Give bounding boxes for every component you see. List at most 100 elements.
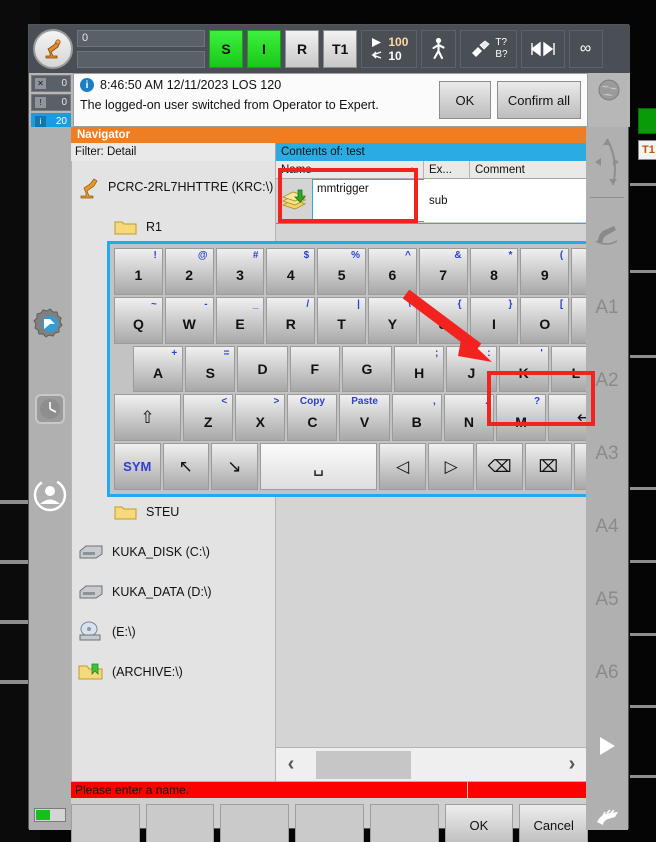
key-m[interactable]: ? M — [495, 394, 547, 442]
filter-label[interactable]: Filter: Detail — [71, 143, 276, 161]
tree-item-steu[interactable]: STEU — [72, 492, 275, 532]
key-f[interactable]: F — [289, 345, 340, 393]
key-u[interactable]: {U — [418, 296, 468, 344]
key-sym[interactable]: SYM — [114, 443, 161, 490]
key-8[interactable]: * 8 — [469, 248, 519, 295]
override-icons — [370, 37, 383, 61]
tree-item-kuka-data[interactable]: KUKA_DATA (D:\) — [72, 572, 275, 612]
key-n[interactable]: .N — [443, 394, 494, 442]
axis-label-a1[interactable]: A1 — [586, 271, 628, 344]
key-arrow-left[interactable]: ◁ — [379, 443, 426, 490]
user-group-icon[interactable] — [32, 477, 68, 518]
key-5[interactable]: % 5 — [317, 248, 366, 295]
play-icon[interactable] — [586, 709, 628, 782]
key-c[interactable]: Copy C — [287, 394, 338, 442]
status-key-t1[interactable]: T1 — [323, 30, 358, 68]
clock-icon[interactable] — [33, 392, 67, 431]
increment-icon[interactable] — [520, 30, 565, 68]
key-6[interactable]: ^ 6 — [367, 248, 417, 295]
scroll-left-icon[interactable]: ‹ — [276, 753, 306, 776]
cancel-button[interactable]: Cancel — [519, 804, 589, 842]
column-header-name[interactable]: Name — [276, 161, 424, 178]
key-j[interactable]: :J — [446, 345, 497, 393]
softkey-2[interactable] — [145, 804, 215, 842]
axis-label-a4[interactable]: A4 — [586, 490, 628, 563]
tool-base-button[interactable]: T? B? — [460, 30, 517, 68]
status-key-r[interactable]: R — [285, 30, 319, 68]
key-o[interactable]: [O — [520, 296, 570, 344]
key-y[interactable]: \ Y — [367, 296, 417, 344]
key-backspace[interactable]: ⌫ — [476, 443, 523, 490]
robot-icon[interactable] — [33, 29, 73, 69]
key-home[interactable]: ↖ — [162, 443, 210, 490]
key-1[interactable]: ! 1 — [114, 248, 163, 295]
axis-move-icon[interactable] — [586, 127, 628, 197]
softkey-3[interactable] — [220, 804, 290, 842]
axis-label-a2[interactable]: A2 — [586, 344, 628, 417]
key-end[interactable]: ↘ — [211, 443, 258, 490]
key-2[interactable]: @2 — [164, 248, 214, 295]
tool-value: T? — [495, 37, 508, 48]
key-g[interactable]: G — [341, 345, 393, 393]
column-header-ext[interactable]: Ex... — [424, 161, 470, 178]
key-t[interactable]: | T — [317, 296, 366, 344]
key-4[interactable]: $4 — [266, 248, 316, 295]
hand-icon[interactable] — [586, 782, 628, 842]
counter-fault[interactable]: ✕ 0 — [31, 75, 71, 92]
key-arrow-right[interactable]: ▷ — [427, 443, 475, 490]
infinity-icon[interactable]: ∞ — [568, 30, 603, 68]
key-7[interactable]: & 7 — [418, 248, 468, 295]
message-confirm-all-button[interactable]: Confirm all — [496, 81, 581, 119]
horizontal-scrollbar[interactable]: ‹ › — [276, 747, 587, 781]
filename-input[interactable]: mmtrigger — [312, 179, 424, 222]
key-3[interactable]: #3 — [215, 248, 265, 295]
status-key-i[interactable]: I — [247, 30, 281, 68]
key-i[interactable]: } I — [469, 296, 519, 344]
virtual-keyboard[interactable]: !1@2#3$4%5^6&7*8(9)0~Q-W_E/R|T\Y{U}I[O]P… — [107, 241, 627, 497]
key-space[interactable]: ␣ — [259, 443, 378, 490]
axis-label-a5[interactable]: A5 — [586, 563, 628, 636]
gear-robot-icon[interactable] — [33, 307, 67, 346]
jog-robot-icon[interactable] — [586, 198, 628, 271]
key-h[interactable]: ; H — [394, 345, 445, 393]
counter-warning[interactable]: ! 0 — [31, 94, 71, 111]
key-a[interactable]: + A — [133, 345, 184, 393]
softkey-4[interactable] — [295, 804, 364, 842]
key-r[interactable]: / R — [266, 296, 316, 344]
key-9[interactable]: (9 — [520, 248, 570, 295]
tree-item-controller[interactable]: PCRC-2RL7HHTTRE (KRC:\) — [72, 167, 275, 207]
key-delete[interactable]: ⌧ — [524, 443, 572, 490]
scrollbar-thumb[interactable] — [316, 751, 411, 779]
axis-label-a3[interactable]: A3 — [586, 417, 628, 490]
override-button[interactable]: 100 10 — [361, 30, 418, 68]
column-header-comment[interactable]: Comment — [470, 161, 587, 178]
tree-item-e-drive[interactable]: (E:\) — [72, 612, 275, 652]
key-b[interactable]: ,B — [391, 394, 442, 442]
softkey-5[interactable] — [369, 804, 439, 842]
message-box[interactable]: i 8:46:50 AM 12/11/2023 LOS 120 The logg… — [73, 73, 588, 127]
tree-item-archive[interactable]: (ARCHIVE:\) — [72, 652, 275, 692]
key-shift[interactable]: ⇧ — [114, 394, 182, 442]
key-y-alt-label: \ — [408, 298, 411, 310]
key-r-alt-label: / — [306, 298, 310, 310]
key-d[interactable]: D — [237, 345, 288, 393]
key-x[interactable]: > X — [235, 394, 286, 442]
message-ok-button[interactable]: OK — [438, 81, 491, 119]
key-s[interactable]: = S — [185, 345, 236, 393]
tree-item-kuka-disk[interactable]: KUKA_DISK (C:\) — [72, 532, 275, 572]
key-v[interactable]: Paste V — [339, 394, 390, 442]
key-k[interactable]: ' K — [498, 345, 549, 393]
axis-label-a6[interactable]: A6 — [586, 636, 628, 709]
globe-icon[interactable] — [588, 73, 630, 127]
file-comment[interactable] — [470, 179, 587, 222]
pedestrian-icon[interactable] — [421, 30, 457, 68]
ok-button[interactable]: OK — [444, 804, 514, 842]
status-key-s[interactable]: S — [209, 30, 243, 68]
key-q[interactable]: ~ Q — [114, 296, 163, 344]
key-w[interactable]: -W — [164, 296, 214, 344]
table-row[interactable]: mmtrigger sub — [276, 179, 587, 223]
softkey-1[interactable] — [71, 804, 140, 842]
scroll-right-icon[interactable]: › — [557, 753, 587, 776]
key-e[interactable]: _ E — [215, 296, 265, 344]
key-z[interactable]: < Z — [183, 394, 234, 442]
